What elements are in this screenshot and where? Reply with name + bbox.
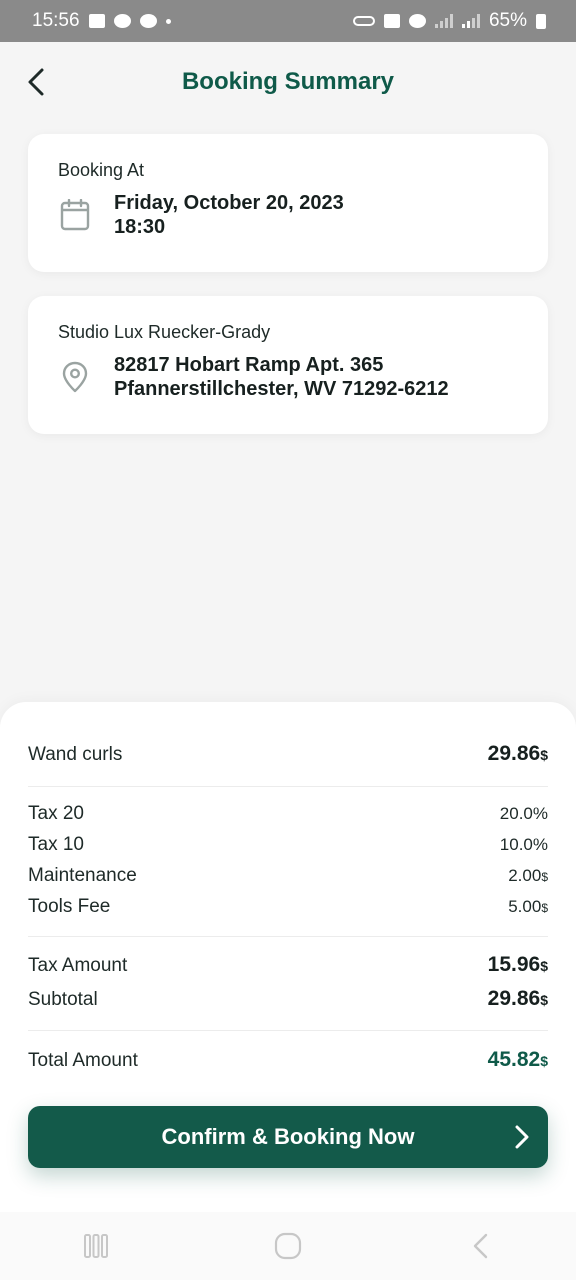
subtotal-value: 29.86$ [487,987,548,1010]
total-row: Total Amount 45.82$ [28,1048,548,1072]
recents-button[interactable] [66,1221,126,1271]
recents-icon [84,1234,108,1258]
confirm-booking-button[interactable]: Confirm & Booking Now [28,1106,548,1168]
service-price: 29.86$ [487,742,548,765]
back-button[interactable] [16,62,56,102]
service-row: Wand curls 29.86$ [28,742,548,766]
subtotal-row: Subtotal 29.86$ [28,987,548,1011]
status-bar: 15:56 65% [0,0,576,42]
tax-amount-row: Tax Amount 15.96$ [28,953,548,977]
divider [28,786,548,787]
alarm-icon [408,14,426,28]
network-4g-icon [461,14,480,28]
subtotal-label: Subtotal [28,989,98,1010]
fee-value: 2.00$ [508,866,548,885]
nav-back-button[interactable] [450,1221,510,1271]
signal-icon [434,14,453,28]
vpn-key-icon [352,16,375,26]
total-value: 45.82$ [487,1048,548,1071]
status-time: 15:56 [32,10,80,31]
back-icon [473,1233,488,1259]
fee-label: Tax 10 [28,834,84,855]
cloud-icon [139,14,157,28]
fee-value: 5.00$ [508,897,548,916]
battery-percent: 65% [488,10,527,31]
studio-name: Studio Lux Ruecker-Grady [58,322,271,342]
system-nav-bar [0,1212,576,1280]
address-line-2: Pfannerstillchester, WV 71292-6212 [114,378,449,400]
battery-icon [536,13,546,29]
tax-amount-label: Tax Amount [28,955,128,976]
chevron-left-icon [28,68,44,96]
booking-time: 18:30 [114,216,166,238]
service-label: Wand curls [28,744,123,765]
gallery-icon [88,14,105,28]
lock-icon [383,14,400,28]
location-card: Studio Lux Ruecker-Grady 82817 Hobart Ra… [28,296,548,434]
chevron-right-icon [515,1125,529,1149]
location-pin-icon [58,357,92,397]
app-header: Booking Summary [0,42,576,122]
chat-icon [113,14,131,28]
fee-value: 10.0% [499,835,548,854]
status-right: 65% [352,10,546,32]
status-left: 15:56 [32,10,171,32]
home-button[interactable] [258,1221,318,1271]
total-label: Total Amount [28,1050,138,1071]
booking-at-label: Booking At [58,160,145,180]
fee-row: Tax 20 20.0% [28,803,548,825]
fee-label: Tax 20 [28,803,84,824]
divider [28,1030,548,1031]
booking-date-card: Booking At Friday, October 20, 2023 18:3… [28,134,548,272]
fee-row: Tax 10 10.0% [28,834,548,856]
fee-row: Maintenance 2.00$ [28,865,548,887]
page-title: Booking Summary [181,68,395,95]
confirm-booking-label: Confirm & Booking Now [161,1124,415,1149]
tax-amount-value: 15.96$ [487,953,548,976]
fee-row: Tools Fee 5.00$ [28,896,548,918]
fee-value: 20.0% [499,804,548,823]
notification-dot-icon [165,18,171,24]
fee-label: Maintenance [28,865,137,886]
divider [28,936,548,937]
address-line-1: 82817 Hobart Ramp Apt. 365 [114,354,384,376]
calendar-icon [58,195,92,235]
home-icon [274,1232,302,1260]
fee-label: Tools Fee [28,896,111,917]
booking-date: Friday, October 20, 2023 [114,192,344,214]
